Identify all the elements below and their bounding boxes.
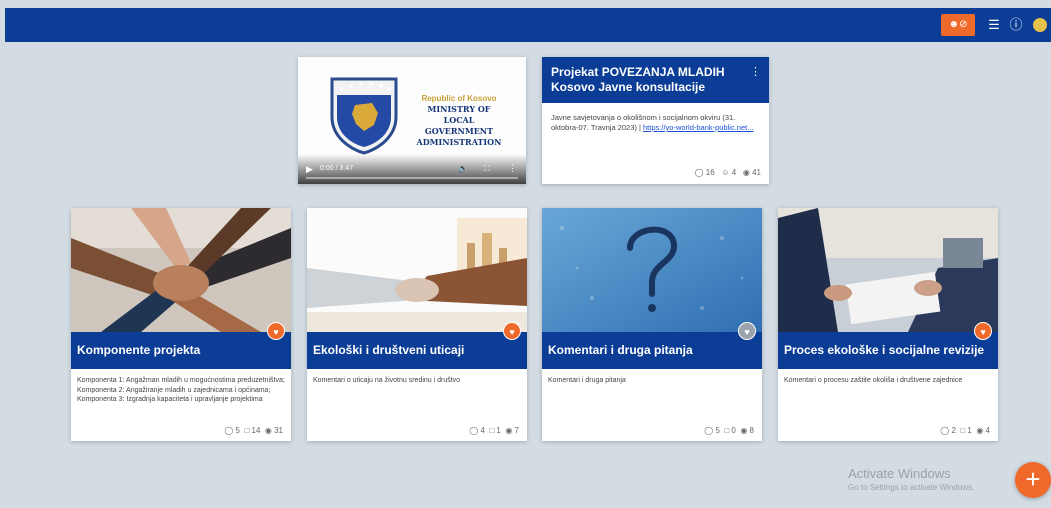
ideas-count: 2 [951, 426, 956, 435]
views-icon: ◉ [976, 426, 984, 435]
volume-icon[interactable]: 🔈 [458, 164, 468, 173]
ministry-line: ADMINISTRATION [416, 137, 502, 147]
views-icon: ◉ [742, 168, 750, 177]
heart-icon[interactable]: ♥ [503, 322, 521, 340]
kosovo-emblem-icon: ★ ★ ★ ★ ★ ★ [330, 77, 398, 155]
question-mark-image [542, 208, 762, 332]
lightbulb-icon: ◯ [224, 426, 234, 435]
topic-stats: ◯ 4 □ 1 ◉ 7 [469, 426, 519, 435]
comments-count: 1 [967, 426, 972, 435]
topic-stats: ◯ 5 □ 0 ◉ 8 [704, 426, 754, 435]
project-link[interactable]: https://yo-world-bank-public.net... [643, 123, 753, 132]
heart-icon[interactable]: ♥ [267, 322, 285, 340]
views-icon: ◉ [740, 426, 748, 435]
more-options-icon[interactable]: ⋮ [508, 163, 517, 174]
views-icon: ◉ [505, 426, 513, 435]
ministry-line: MINISTRY OF [427, 104, 491, 114]
avatar-icon[interactable] [1033, 18, 1047, 32]
watermark-line1: Activate Windows [848, 466, 951, 481]
lightbulb-icon: ◯ [704, 426, 714, 435]
participants-count: 4 [731, 168, 737, 177]
comments-count: 16 [705, 168, 715, 177]
video-card[interactable]: ★ ★ ★ ★ ★ ★ Republic of Kosovo MINISTRY OF L… [298, 57, 526, 184]
help-icon[interactable]: ⓘ [1007, 16, 1025, 34]
ideas-count: 5 [235, 426, 240, 435]
heart-icon[interactable]: ♥ [738, 322, 756, 340]
user-block-icon[interactable]: ☻⊘ [941, 14, 975, 36]
topic-title[interactable]: Proces ekološke i socijalne revizije [778, 332, 998, 369]
watermark-line2: Go to Settings to activate Windows. [848, 483, 975, 492]
heart-icon[interactable]: ♥ [974, 322, 992, 340]
lightbulb-icon: ◯ [694, 168, 704, 177]
video-time: 0:00 / 3:47 [320, 165, 354, 172]
topic-description: Komentari o procesu zaštite okoliša i dr… [784, 377, 963, 384]
ideas-count: 5 [715, 426, 720, 435]
comments-count: 14 [251, 426, 261, 435]
svg-text:★: ★ [368, 80, 374, 88]
topic-title[interactable]: Komentari i druga pitanja [542, 332, 762, 369]
topic-stats: ◯ 2 □ 1 ◉ 4 [940, 426, 990, 435]
project-stats: ◯ 16 ☺ 4 ◉ 41 [695, 168, 761, 177]
topic-card[interactable]: Ekološki i društveni uticaji ♥ Komentari… [307, 208, 527, 441]
top-bar: ☻⊘ ☰ ⓘ [5, 8, 1051, 42]
topic-card[interactable]: Proces ekološke i socijalne revizije ♥ K… [778, 208, 998, 441]
handshake-image [307, 208, 527, 332]
views-count: 8 [749, 426, 754, 435]
video-thumbnail-text: Republic of Kosovo MINISTRY OF LOCAL GOV… [404, 93, 514, 148]
hands-together-image [71, 208, 291, 332]
topic-title[interactable]: Ekološki i društveni uticaji [307, 332, 527, 369]
play-icon[interactable]: ▶ [306, 164, 313, 175]
ministry-line: LOCAL [443, 115, 475, 125]
topic-card[interactable]: Komentari i druga pitanja ♥ Komentari i … [542, 208, 762, 441]
svg-text:★: ★ [378, 82, 384, 90]
svg-text:★: ★ [386, 85, 392, 93]
lightbulb-icon: ◯ [469, 426, 479, 435]
topic-title[interactable]: Komponente projekta [71, 332, 291, 369]
more-options-icon[interactable]: ⋮ [750, 65, 761, 78]
comment-icon: □ [960, 426, 966, 435]
republic-label: Republic of Kosovo [421, 94, 497, 103]
comment-icon: □ [724, 426, 730, 435]
topic-description: Komentari i druga pitanja [548, 377, 626, 384]
participants-icon: ☺ [721, 168, 730, 177]
video-progress-bar[interactable] [306, 177, 518, 179]
topic-description: Komponenta 1: Angažman mladih u mogućnos… [77, 377, 285, 403]
project-title[interactable]: Projekat POVEZANJA MLADIH Kosovo Javne k… [542, 57, 769, 103]
views-count: 7 [514, 426, 519, 435]
comments-count: 0 [731, 426, 736, 435]
activate-windows-watermark: Activate Windows Go to Settings to activ… [848, 466, 974, 492]
lightbulb-icon: ◯ [940, 426, 950, 435]
business-meeting-image [778, 208, 998, 332]
topic-card[interactable]: Komponente projekta ♥ Komponenta 1: Anga… [71, 208, 291, 441]
comments-count: 1 [496, 426, 501, 435]
views-count: 41 [752, 168, 761, 177]
views-icon: ◉ [264, 426, 272, 435]
project-card[interactable]: Projekat POVEZANJA MLADIH Kosovo Javne k… [542, 57, 769, 184]
svg-text:★: ★ [358, 80, 364, 88]
views-count: 31 [274, 426, 283, 435]
svg-text:★: ★ [348, 82, 354, 90]
topic-description: Komentari o uticaju na životnu sredinu i… [313, 377, 461, 384]
project-description: Javne savjetovanja o okolišnom i socijal… [551, 113, 763, 133]
video-controls: ▶ 0:00 / 3:47 🔈 ⛶ ⋮ [298, 154, 526, 184]
add-button[interactable]: + [1015, 462, 1051, 498]
svg-text:★: ★ [339, 85, 345, 93]
ministry-line: GOVERNMENT [424, 126, 494, 136]
comment-icon: □ [244, 426, 250, 435]
fullscreen-icon[interactable]: ⛶ [484, 164, 490, 174]
views-count: 4 [985, 426, 990, 435]
comment-icon: □ [489, 426, 495, 435]
menu-icon[interactable]: ☰ [985, 16, 1003, 34]
topic-stats: ◯ 5 □ 14 ◉ 31 [224, 426, 283, 435]
ideas-count: 4 [480, 426, 485, 435]
